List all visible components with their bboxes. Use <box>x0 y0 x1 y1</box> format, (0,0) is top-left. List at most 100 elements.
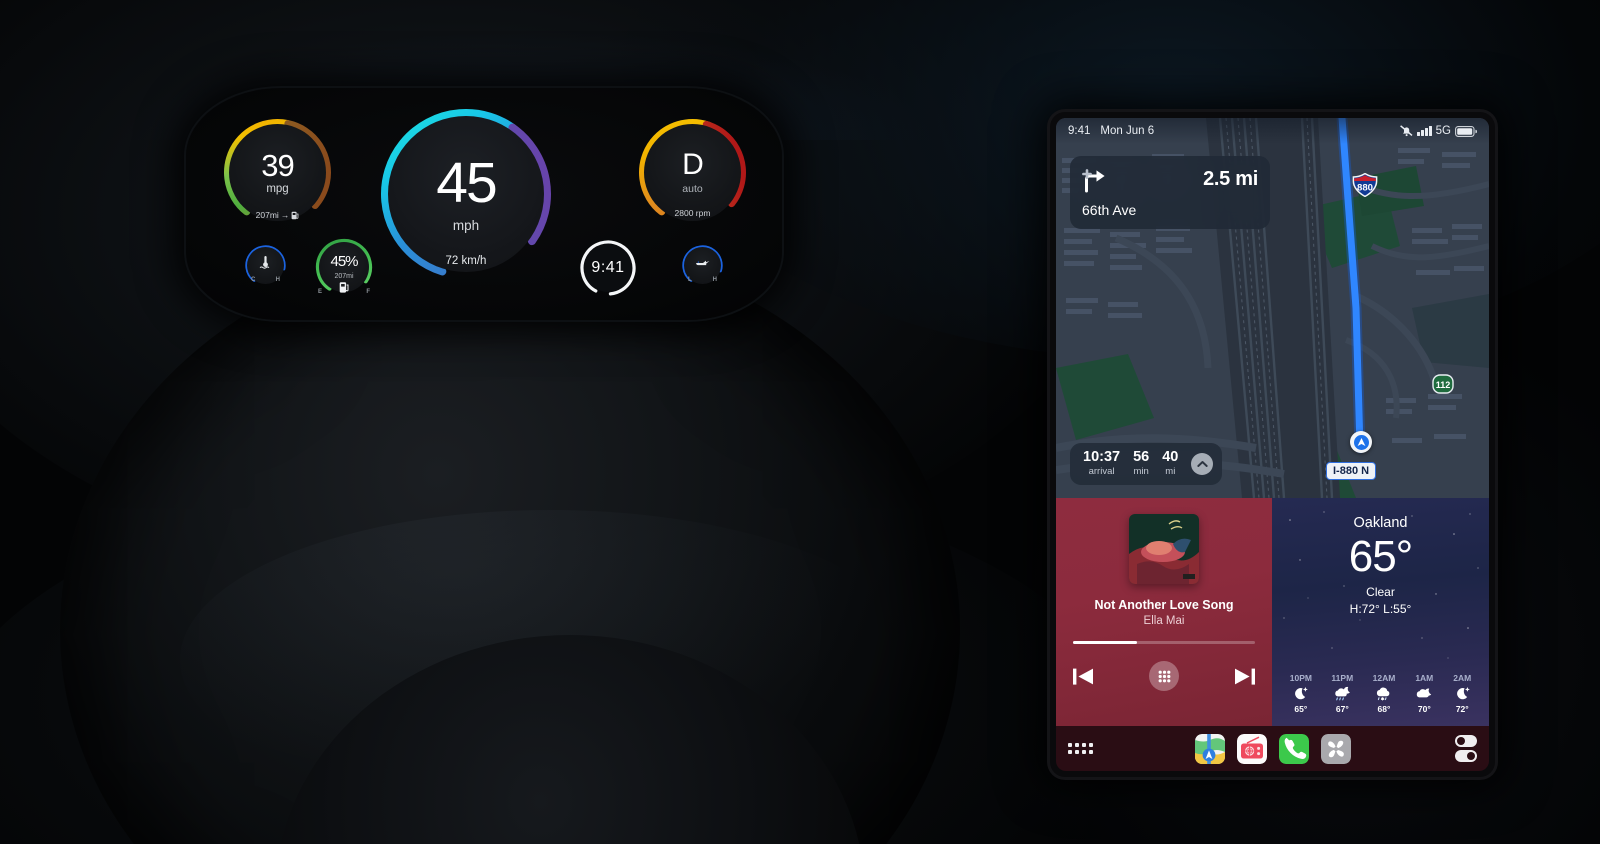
forecast-hour: 1AM 70° <box>1415 673 1434 714</box>
fuel-economy-range: 207mi → <box>220 210 335 220</box>
instrument-cluster: 39 mpg 207mi → 45 mph 72 km/h D auto 280… <box>186 88 782 320</box>
engine-rpm: 2800 rpm <box>674 208 711 218</box>
cloud-moon-icon <box>1416 688 1431 698</box>
forecast-temp: 67° <box>1335 704 1349 714</box>
cloud-moon-rain-icon <box>1335 686 1350 701</box>
widget-row: Not Another Love Song Ella Mai Oakland 6… <box>1056 498 1489 726</box>
album-artwork[interactable] <box>1129 514 1199 584</box>
track-title: Not Another Love Song <box>1094 598 1234 612</box>
status-date: Mon Jun 6 <box>1100 125 1155 137</box>
route-112-shield: 112 <box>1432 374 1454 394</box>
coolant-temp-icon <box>243 255 288 269</box>
eta-distance-label: mi <box>1165 465 1176 477</box>
carplay-display: 9:41 Mon Jun 6 5G 880 112 2.5 mi 66th Av… <box>1050 112 1495 777</box>
next-track-icon[interactable] <box>1234 668 1255 685</box>
eta-duration: 56 min <box>1133 448 1150 478</box>
gear-value: D <box>682 148 704 182</box>
status-indicators: 5G <box>1400 125 1477 137</box>
cluster-clock: 9:41 <box>578 238 638 298</box>
track-artist: Ella Mai <box>1143 615 1185 627</box>
cluster-clock-time: 9:41 <box>591 259 625 276</box>
navigation-distance: 2.5 mi <box>1203 168 1258 190</box>
phone-app-icon[interactable] <box>1278 733 1309 764</box>
map-pane[interactable]: 9:41 Mon Jun 6 5G 880 112 2.5 mi 66th Av… <box>1056 118 1489 498</box>
speedometer: 45 mph 72 km/h <box>376 104 556 284</box>
turn-right-icon <box>1082 169 1105 193</box>
fuel-pump-icon <box>291 211 299 219</box>
speed-unit: mph <box>452 218 480 234</box>
eta-arrival-label: arrival <box>1088 465 1115 477</box>
carplay-dock <box>1056 726 1489 771</box>
navigation-primary-row: 2.5 mi <box>1082 166 1258 193</box>
previous-track-icon[interactable] <box>1073 668 1094 685</box>
coolant-min-label: C <box>251 277 256 283</box>
fuel-percent: 45% <box>330 253 358 270</box>
oil-min-label: L <box>688 277 692 283</box>
expand-eta-button[interactable] <box>1191 452 1214 475</box>
fuel-economy-unit: mpg <box>266 182 289 195</box>
maps-app-icon[interactable] <box>1194 733 1225 764</box>
forecast-time: 10PM <box>1289 673 1312 683</box>
eta-distance-value: 40 <box>1162 448 1179 465</box>
eta-arrival-value: 10:37 <box>1083 448 1121 465</box>
settings-toggles-icon[interactable] <box>1455 735 1477 762</box>
range-distance: 207mi <box>255 210 279 220</box>
radio-app-icon[interactable] <box>1236 733 1267 764</box>
range-arrow: → <box>280 210 290 220</box>
track-list-icon[interactable] <box>1149 661 1179 691</box>
steering-wheel <box>60 240 960 844</box>
eta-card[interactable]: 10:37 arrival 56 min 40 mi <box>1070 442 1223 485</box>
speed-value: 45 <box>436 151 497 216</box>
forecast-time: 1AM <box>1415 673 1434 683</box>
forecast-hour: 12AM 68° <box>1373 673 1396 714</box>
playback-progress-bar[interactable] <box>1073 641 1255 644</box>
forecast-temp: 72° <box>1455 704 1469 714</box>
carplay-status-bar: 9:41 Mon Jun 6 5G <box>1056 118 1489 144</box>
moon-stars-icon <box>1456 687 1470 700</box>
fuel-range: 207mi <box>334 273 354 280</box>
app-grid-icon[interactable] <box>1068 743 1093 754</box>
interstate-880-shield: 880 <box>1352 173 1378 197</box>
fuel-economy-gauge: 39 mpg 207mi → <box>220 115 335 230</box>
gear-mode: auto <box>682 183 703 196</box>
fuel-max-label: F <box>366 289 370 295</box>
forecast-temp: 70° <box>1417 704 1431 714</box>
forecast-hour: 11PM 67° <box>1331 673 1353 714</box>
bell-slash-icon <box>1400 125 1413 137</box>
navigation-arrow-icon <box>1350 431 1372 453</box>
eta-distance: 40 mi <box>1162 448 1179 478</box>
shield-number: 880 <box>1357 182 1373 193</box>
fuel-economy-value: 39 <box>261 147 294 183</box>
cloud-sleet-icon <box>1377 687 1390 701</box>
network-type: 5G <box>1435 125 1451 137</box>
forecast-time: 11PM <box>1331 673 1354 683</box>
moon-stars-icon <box>1295 687 1309 700</box>
shield-number: 112 <box>1436 380 1451 390</box>
climate-app-icon[interactable] <box>1320 733 1351 764</box>
dock-app-list <box>1194 733 1351 764</box>
coolant-max-label: H <box>275 277 280 283</box>
fuel-min-label: E <box>318 289 323 295</box>
navigation-instruction-card[interactable]: 2.5 mi 66th Ave <box>1070 156 1270 229</box>
forecast-time: 12AM <box>1372 673 1396 683</box>
now-playing-widget[interactable]: Not Another Love Song Ella Mai <box>1056 498 1272 726</box>
status-time: 9:41 <box>1068 125 1091 137</box>
coolant-temperature-gauge: C H <box>243 243 288 288</box>
fuel-level-gauge: 45% 207mi E F <box>313 236 375 298</box>
forecast-hour: 10PM 65° <box>1290 673 1312 714</box>
toggle-bottom[interactable] <box>1455 750 1477 762</box>
playback-progress-fill <box>1073 641 1137 644</box>
battery-icon <box>1455 125 1477 137</box>
current-road-label: I-880 N <box>1326 462 1377 480</box>
chevron-up-icon <box>1197 460 1208 467</box>
toggle-top[interactable] <box>1455 735 1477 747</box>
forecast-hour: 2AM 72° <box>1453 673 1471 714</box>
weather-widget[interactable]: Oakland 65° Clear H:72° L:55° 10PM 65° 1… <box>1272 498 1489 726</box>
hourly-forecast: 10PM 65° 11PM 67° 12AM 68° 1AM 70° 2AM 7… <box>1272 673 1489 714</box>
eta-duration-value: 56 <box>1133 448 1150 465</box>
forecast-temp: 65° <box>1294 704 1308 714</box>
eta-duration-label: min <box>1133 465 1149 477</box>
gear-indicator: D auto 2800 rpm <box>635 115 750 230</box>
oil-max-label: H <box>712 277 717 283</box>
oil-pressure-gauge: L H <box>680 243 725 288</box>
